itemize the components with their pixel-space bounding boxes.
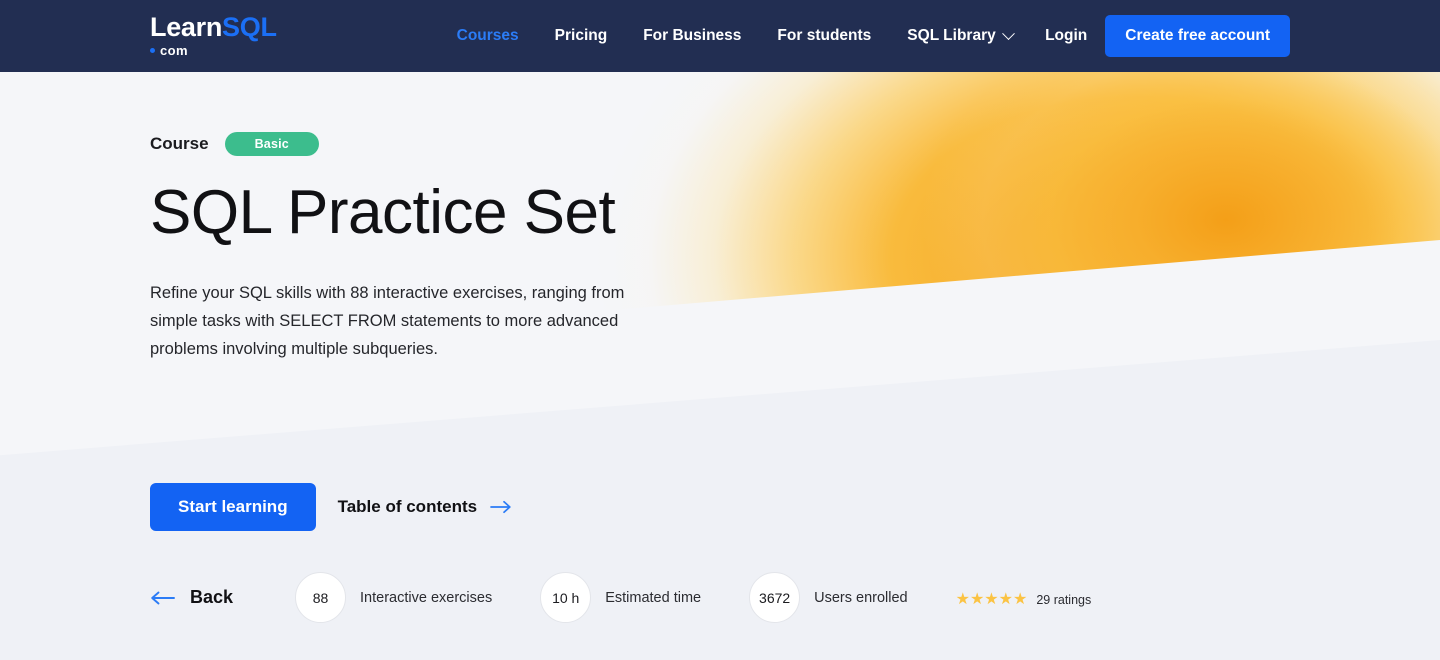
nav-item-sql-library[interactable]: SQL Library xyxy=(907,26,1015,45)
logo-domain: com xyxy=(150,44,277,57)
hero-content: Course Basic SQL Practice Set Refine you… xyxy=(0,72,1440,660)
chevron-down-icon xyxy=(1001,26,1015,40)
nav-label-pricing: Pricing xyxy=(554,27,608,44)
arrow-right-icon xyxy=(490,500,511,514)
back-label: Back xyxy=(190,587,234,607)
logo-sql-text: SQL xyxy=(222,11,277,42)
nav-label-courses: Courses xyxy=(456,27,519,44)
nav-item-for-business[interactable]: For Business xyxy=(643,27,741,45)
stat-label-exercises: Interactive exercises xyxy=(360,589,493,606)
nav-item-pricing[interactable]: Pricing xyxy=(555,27,608,45)
nav-item-courses[interactable]: Courses xyxy=(457,27,519,45)
hero-section: Course Basic SQL Practice Set Refine you… xyxy=(0,72,1440,660)
logo-learn-text: Learn xyxy=(150,11,223,42)
header-actions: Login Create free account xyxy=(1045,15,1290,57)
table-of-contents-link[interactable]: Table of contents xyxy=(338,497,512,517)
arrow-left-icon xyxy=(151,591,175,604)
login-link[interactable]: Login xyxy=(1045,27,1087,45)
stat-users-enrolled: 3672 Users enrolled xyxy=(749,572,908,623)
back-link[interactable]: Back xyxy=(150,587,233,608)
table-of-contents-label: Table of contents xyxy=(337,497,478,516)
page-title: SQL Practice Set xyxy=(150,178,616,247)
site-header: LearnSQL com Courses Pricing For Busines… xyxy=(0,0,1440,72)
stat-value-time: 10 h xyxy=(540,572,592,623)
course-stats-bar: Back 88 Interactive exercises 10 h Estim… xyxy=(150,572,1290,623)
course-type-label: Course xyxy=(150,134,209,153)
course-meta-row: Course Basic xyxy=(150,72,1290,156)
nav-label-for-business: For Business xyxy=(643,27,742,44)
rating-block: ★★★★★ 29 ratings xyxy=(955,590,1092,608)
main-navigation: Courses Pricing For Business For student… xyxy=(457,26,1015,45)
stat-label-users: Users enrolled xyxy=(814,589,908,606)
course-description: Refine your SQL skills with 88 interacti… xyxy=(150,283,625,358)
difficulty-badge: Basic xyxy=(224,132,319,156)
nav-label-for-students: For students xyxy=(777,27,872,44)
stat-value-users: 3672 xyxy=(749,572,801,623)
ratings-count-label: 29 ratings xyxy=(1036,592,1092,607)
nav-item-for-students[interactable]: For students xyxy=(777,27,871,45)
hero-action-row: Start learning Table of contents xyxy=(150,483,512,531)
stat-label-time: Estimated time xyxy=(605,589,702,606)
start-learning-button[interactable]: Start learning xyxy=(150,483,316,531)
site-logo[interactable]: LearnSQL com xyxy=(150,11,277,57)
create-free-account-button[interactable]: Create free account xyxy=(1105,15,1290,57)
logo-dot-icon xyxy=(150,47,155,53)
logo-wordmark: LearnSQL xyxy=(150,11,277,42)
star-rating-icons: ★★★★★ xyxy=(955,590,1028,608)
stat-interactive-exercises: 88 Interactive exercises xyxy=(295,572,492,623)
nav-label-sql-library: SQL Library xyxy=(907,27,996,44)
stat-estimated-time: 10 h Estimated time xyxy=(540,572,701,623)
stat-value-exercises: 88 xyxy=(295,572,347,623)
logo-com-text: com xyxy=(160,42,188,58)
